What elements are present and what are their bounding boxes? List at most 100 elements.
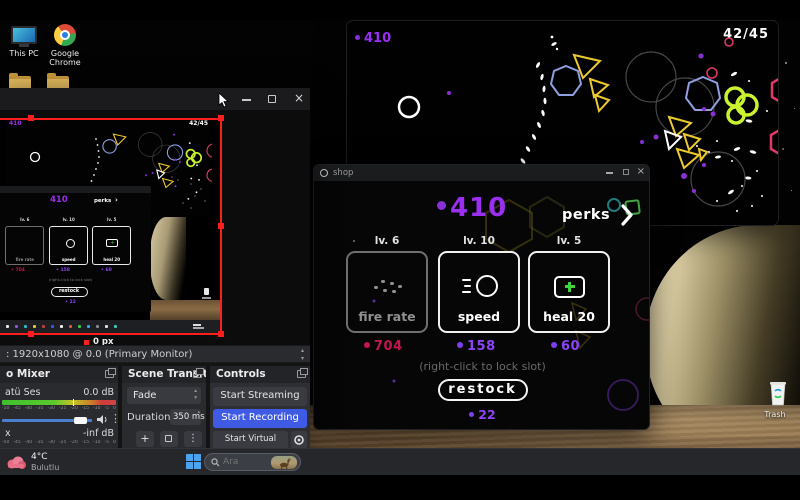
meter-marker <box>73 399 75 406</box>
mini-card: speed <box>49 226 88 265</box>
dock-popout-icon[interactable] <box>297 370 306 378</box>
desktop-icon-trash[interactable]: Trash <box>760 380 790 419</box>
shop-titlebar[interactable]: shop × <box>314 165 650 181</box>
mini-trash-icon <box>204 288 209 295</box>
minimize-icon[interactable] <box>242 99 251 101</box>
selection-handle[interactable] <box>28 115 34 121</box>
start-button[interactable] <box>186 454 202 470</box>
transition-properties-button[interactable] <box>160 431 178 447</box>
shop-card-fire-rate[interactable]: fire rate <box>346 251 428 333</box>
triangle-enemies <box>574 55 707 168</box>
controls-dock: Controls Start Streaming Start Recording… <box>210 366 310 450</box>
perks-button[interactable]: perks <box>562 203 634 229</box>
minimize-icon[interactable] <box>606 172 613 174</box>
search-icon <box>211 458 220 467</box>
meter-tick-label: -30 <box>48 406 55 413</box>
copy-icon <box>165 435 172 442</box>
search-highlight-image <box>271 456 297 469</box>
close-icon[interactable]: × <box>637 166 645 177</box>
close-icon[interactable]: × <box>294 91 304 105</box>
virtual-camera-settings-button[interactable] <box>291 431 307 449</box>
card-level: lv. 5 <box>528 235 610 247</box>
mini-shop-window: 410 perks › lv. 6 lv. 10 lv. 5 fire rate… <box>0 186 151 312</box>
shop-body: 410 perks lv. 6 lv. 10 lv. 5 <box>314 181 650 430</box>
shop-app-icon <box>320 169 328 177</box>
meter-tick-label: -25 <box>59 440 66 447</box>
selection-handle[interactable] <box>218 223 224 229</box>
duration-spinbox[interactable]: 350 ms ▴▾ <box>170 409 201 425</box>
start-streaming-button[interactable]: Start Streaming <box>213 387 307 406</box>
audio-track2-label: x <box>5 428 11 439</box>
currency-dot-icon <box>457 342 463 348</box>
start-virtual-camera-button[interactable]: Start Virtual Camera <box>213 431 288 449</box>
shop-score: 410 <box>437 193 507 223</box>
mini-shop-score: 410 <box>50 195 68 205</box>
selection-handle[interactable] <box>218 115 224 121</box>
spinner-up-down-icon[interactable]: ▴▾ <box>198 410 200 422</box>
mini-card-cost: • 158 <box>56 268 70 273</box>
mini-card-cost: • 704 <box>11 268 25 273</box>
spinner-up-down-icon: ▴▾ <box>194 388 197 402</box>
card-level: lv. 10 <box>438 235 520 247</box>
mini-card-level: lv. 6 <box>5 217 44 222</box>
weather-widget[interactable]: 4°C Bulutlu <box>5 451 75 474</box>
meter-tick-label: -20 <box>70 440 77 447</box>
shop-card-heal[interactable]: heal 20 <box>528 251 610 333</box>
selection-handle[interactable] <box>28 331 34 337</box>
currency-dot-icon <box>469 412 474 417</box>
gear-icon <box>293 434 305 446</box>
star <box>791 190 792 191</box>
kebab-menu-icon[interactable]: ⋮ <box>110 412 121 425</box>
speed-icon <box>462 275 500 299</box>
speaker-icon[interactable] <box>96 414 108 425</box>
mini-game-score: 410 <box>9 120 22 127</box>
meter-tick-label: -35 <box>36 406 43 413</box>
selection-handle[interactable] <box>218 331 224 337</box>
mini-hint: (right-click to lock slot) <box>0 277 151 282</box>
shop-card-speed[interactable]: speed <box>438 251 520 333</box>
mouse-cursor-icon <box>218 93 229 108</box>
spinner-up-down-icon[interactable]: ▴▾ <box>301 347 304 363</box>
mini-card: fire rate <box>5 226 44 265</box>
currency-dot-icon <box>437 201 446 210</box>
chrome-label: Google Chrome <box>42 49 88 67</box>
transition-menu-button[interactable]: ⋮ <box>184 431 202 447</box>
obs-preview-mini-desktop[interactable]: 410 42/45 <box>0 118 222 333</box>
dock-popout-icon[interactable] <box>193 370 202 378</box>
weather-cloud-icon <box>5 455 27 470</box>
mini-card-level: lv. 5 <box>92 217 131 222</box>
meter-tick-label: 0 <box>113 440 116 447</box>
mini-shop-titlebar <box>0 186 151 193</box>
start-recording-button[interactable]: Start Recording <box>213 409 307 428</box>
audio-track1-label: atü Ses <box>5 387 40 398</box>
trash-icon <box>768 380 788 406</box>
maximize-icon[interactable] <box>623 169 629 175</box>
slider-handle[interactable] <box>74 417 87 424</box>
obs-titlebar[interactable]: × <box>0 88 310 110</box>
this-pc-icon-stand <box>19 44 29 47</box>
mini-card-cost: • 60 <box>101 268 112 273</box>
meter-tick-label: -25 <box>59 406 66 413</box>
maximize-icon[interactable] <box>268 95 276 103</box>
restock-cost: 22 <box>314 407 650 422</box>
folder-tab <box>9 73 18 77</box>
add-transition-button[interactable]: + <box>136 431 154 447</box>
currency-dot-icon <box>364 342 370 348</box>
weather-temp: 4°C <box>31 452 48 462</box>
search-box[interactable] <box>204 453 301 471</box>
capture-properties-row[interactable]: : 1920x1080 @ 0.0 (Primary Monitor) ▴▾ <box>0 345 310 363</box>
meter-tick-label: -45 <box>13 440 20 447</box>
audio-mixer-title: o Mixer <box>0 366 118 383</box>
deer-icon <box>271 458 297 469</box>
search-input[interactable] <box>223 455 271 469</box>
obs-window: × 410 42/45 <box>0 88 310 450</box>
dock-popout-icon[interactable] <box>105 370 114 378</box>
weather-desc: Bulutlu <box>31 463 59 472</box>
player-circle <box>399 97 419 117</box>
restock-button[interactable]: restock <box>438 379 528 401</box>
transition-select[interactable]: Fade ▴▾ <box>127 387 201 404</box>
volume-slider[interactable] <box>2 415 92 425</box>
perks-label: perks <box>562 207 610 223</box>
meter-tick-label: -5 <box>105 440 110 447</box>
audio-track2-db: -inf dB <box>83 428 114 439</box>
